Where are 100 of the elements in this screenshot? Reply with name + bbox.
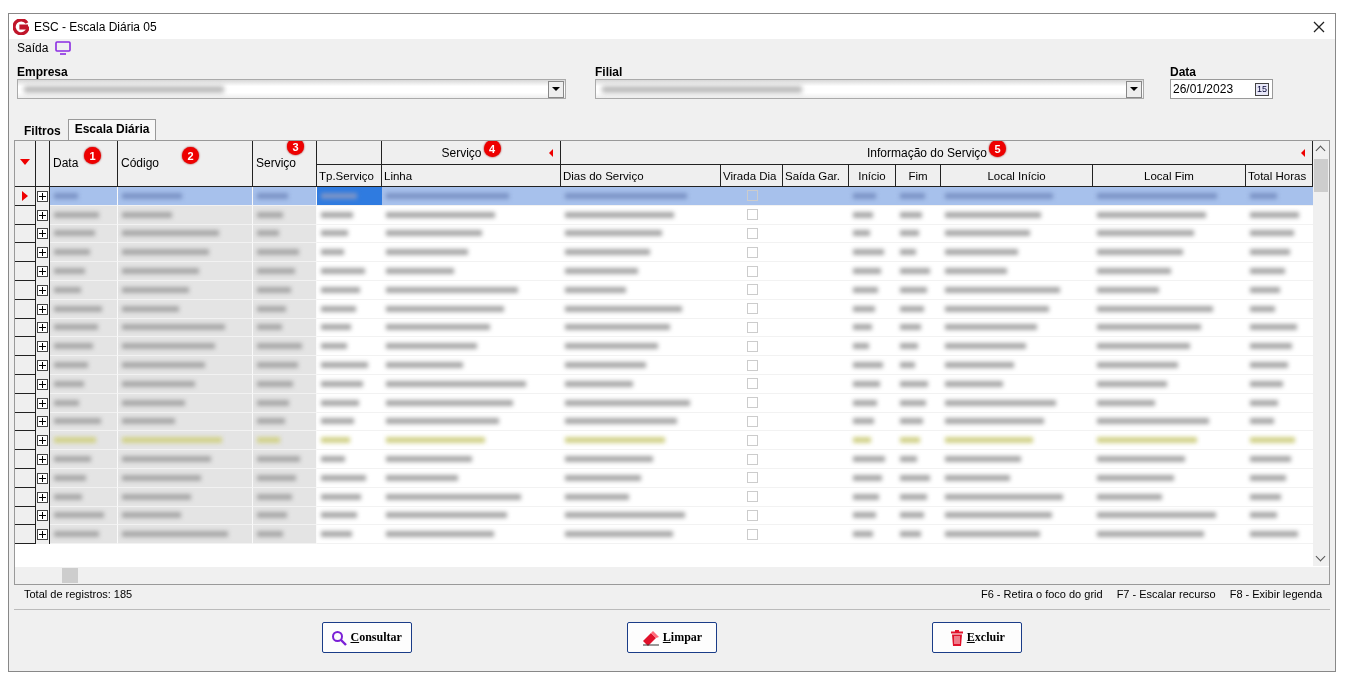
column-header[interactable]: Início: [849, 165, 896, 187]
row-header[interactable]: [15, 525, 36, 545]
column-header[interactable]: Total Horas: [1246, 165, 1313, 187]
checkbox[interactable]: [747, 284, 758, 296]
horizontal-scrollbar[interactable]: [15, 567, 1329, 584]
column-header[interactable]: Código 2: [118, 141, 253, 187]
row-header[interactable]: [15, 431, 36, 451]
column-header[interactable]: Virada Dia: [721, 165, 783, 187]
column-header[interactable]: Tp.Serviço: [317, 165, 382, 187]
row-header[interactable]: [15, 450, 36, 469]
column-header[interactable]: Data 1: [50, 141, 118, 187]
blurred-value: [54, 268, 86, 275]
expand-icon[interactable]: [37, 303, 48, 315]
blurred-value: [321, 512, 357, 519]
blurred-value: [122, 305, 179, 312]
date-field[interactable]: 26/01/2023 15: [1170, 79, 1273, 99]
checkbox[interactable]: [747, 397, 758, 409]
blurred-value: [321, 531, 353, 538]
sort-arrow-icon[interactable]: [20, 159, 30, 165]
tab[interactable]: Escala Diária: [67, 119, 157, 140]
table-row[interactable]: [15, 187, 1313, 206]
calendar-button[interactable]: 15: [1255, 82, 1269, 96]
column-header[interactable]: Dias do Serviço: [561, 165, 721, 187]
expand-icon[interactable]: [37, 360, 48, 372]
column-header[interactable]: Linha: [382, 165, 561, 187]
checkbox[interactable]: [747, 434, 758, 446]
blurred-value: [54, 380, 84, 387]
blurred-value: [900, 362, 915, 369]
blurred-value: [900, 211, 922, 218]
checkbox[interactable]: [747, 378, 758, 390]
expand-icon[interactable]: [37, 341, 48, 353]
checkbox[interactable]: [747, 528, 758, 540]
number-badge: 1: [84, 147, 101, 164]
expand-icon[interactable]: [37, 510, 48, 522]
expand-icon[interactable]: [37, 190, 48, 202]
expand-icon[interactable]: [37, 209, 48, 221]
blurred-value: [54, 362, 89, 369]
checkbox[interactable]: [747, 415, 758, 427]
column-header[interactable]: Local Início: [941, 165, 1093, 187]
group-header[interactable]: Informação do Serviço 5: [561, 141, 1313, 165]
checkbox[interactable]: [747, 359, 758, 371]
blurred-value: [853, 305, 875, 312]
expand-icon[interactable]: [37, 247, 48, 259]
blurred-value: [900, 192, 925, 199]
expand-icon[interactable]: [37, 397, 48, 409]
row-header[interactable]: [15, 187, 36, 206]
checkbox[interactable]: [747, 340, 758, 352]
checkbox[interactable]: [747, 303, 758, 315]
checkbox[interactable]: [747, 453, 758, 465]
column-header[interactable]: Serviço 3: [253, 141, 317, 187]
row-header[interactable]: [15, 243, 36, 263]
expand-icon[interactable]: [37, 435, 48, 447]
blurred-value: [853, 249, 885, 256]
checkbox[interactable]: [747, 228, 758, 239]
collapse-arrow-icon[interactable]: [1301, 149, 1305, 157]
action-button[interactable]: Consultar: [321, 622, 412, 653]
expand-icon[interactable]: [37, 416, 48, 428]
blurred-value: [54, 512, 104, 519]
collapse-arrow-icon[interactable]: [549, 149, 553, 157]
expand-icon[interactable]: [37, 228, 48, 240]
checkbox[interactable]: [747, 472, 758, 484]
checkbox[interactable]: [747, 190, 758, 202]
tab[interactable]: Filtros: [17, 121, 68, 140]
action-button[interactable]: Excluir: [932, 622, 1023, 653]
vertical-scrollbar[interactable]: [1313, 141, 1329, 566]
group-header[interactable]: Serviço 4: [382, 141, 561, 165]
monitor-icon[interactable]: [55, 41, 72, 55]
expand-icon[interactable]: [37, 284, 48, 296]
blurred-value: [900, 456, 917, 463]
checkbox[interactable]: [747, 491, 758, 503]
expand-icon[interactable]: [37, 322, 48, 334]
checkbox[interactable]: [747, 265, 758, 277]
menu-item[interactable]: Saída: [17, 41, 49, 55]
row-header[interactable]: [15, 262, 36, 281]
blurred-value: [54, 531, 99, 538]
action-button[interactable]: Limpar: [627, 622, 717, 653]
expand-icon[interactable]: [37, 378, 48, 390]
shortcut-hint: F8 - Exibir legenda: [1229, 588, 1322, 602]
checkbox[interactable]: [747, 321, 758, 333]
column-header[interactable]: Saída Gar.: [783, 165, 849, 187]
blurred-value: [1250, 362, 1288, 369]
close-icon[interactable]: [1313, 20, 1325, 33]
expand-icon[interactable]: [37, 472, 48, 484]
column-header[interactable]: Fim: [896, 165, 941, 187]
expand-icon[interactable]: [37, 454, 48, 466]
blurred-value: [900, 493, 928, 500]
blurred-value: [321, 399, 359, 406]
checkbox[interactable]: [747, 209, 758, 221]
row-header[interactable]: [15, 337, 36, 357]
blurred-value: [386, 268, 455, 275]
checkbox[interactable]: [747, 509, 758, 521]
expand-icon[interactable]: [37, 529, 48, 541]
expand-icon[interactable]: [37, 266, 48, 278]
column-header[interactable]: Local Fim: [1093, 165, 1246, 187]
row-header[interactable]: [15, 356, 36, 375]
expand-icon[interactable]: [37, 491, 48, 503]
blurred-value: [900, 268, 930, 275]
blurred-value: [853, 437, 871, 444]
checkbox[interactable]: [747, 246, 758, 258]
blurred-value: [54, 286, 81, 293]
